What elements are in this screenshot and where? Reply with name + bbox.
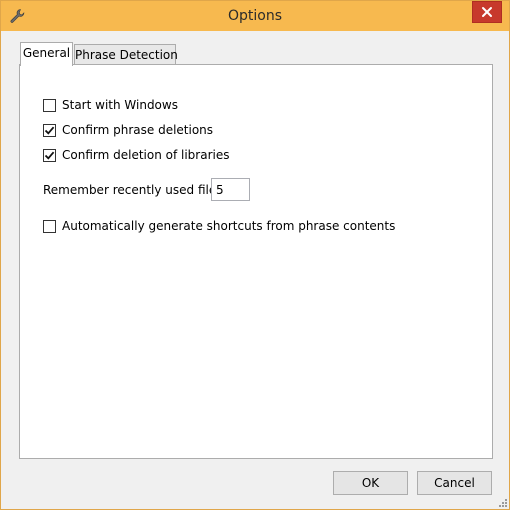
close-button[interactable] (472, 1, 502, 23)
general-tab-panel: Start with Windows Confirm phrase deleti… (19, 64, 493, 459)
close-icon (482, 7, 492, 17)
start-with-windows-option[interactable]: Start with Windows (43, 97, 178, 113)
confirm-phrase-deletions-checkbox[interactable] (43, 123, 56, 137)
ok-button[interactable]: OK (333, 471, 408, 495)
recent-files-label: Remember recently used files: (43, 183, 227, 197)
confirm-deletion-libraries-checkbox[interactable] (43, 148, 56, 162)
start-with-windows-label: Start with Windows (62, 98, 178, 112)
confirm-phrase-deletions-option[interactable]: Confirm phrase deletions (43, 122, 213, 138)
tab-phrase-detection[interactable]: Phrase Detection (74, 44, 178, 65)
auto-shortcuts-option[interactable]: Automatically generate shortcuts from ph… (43, 218, 395, 234)
title-bar[interactable]: Options (1, 1, 509, 31)
confirm-deletion-libraries-option[interactable]: Confirm deletion of libraries (43, 147, 229, 163)
auto-shortcuts-label: Automatically generate shortcuts from ph… (62, 219, 396, 233)
resize-grip-icon[interactable] (497, 497, 507, 507)
options-dialog: Options General Phrase Detection Start w… (0, 0, 510, 510)
confirm-deletion-libraries-label: Confirm deletion of libraries (62, 148, 230, 162)
tab-general[interactable]: General (20, 42, 73, 66)
cancel-button[interactable]: Cancel (417, 471, 492, 495)
auto-shortcuts-checkbox[interactable] (43, 219, 56, 233)
recent-files-input[interactable] (211, 178, 250, 201)
confirm-phrase-deletions-label: Confirm phrase deletions (62, 123, 214, 137)
checkmark-icon (44, 151, 55, 160)
window-title: Options (227, 8, 283, 24)
checkmark-icon (44, 126, 55, 135)
start-with-windows-checkbox[interactable] (43, 98, 56, 112)
